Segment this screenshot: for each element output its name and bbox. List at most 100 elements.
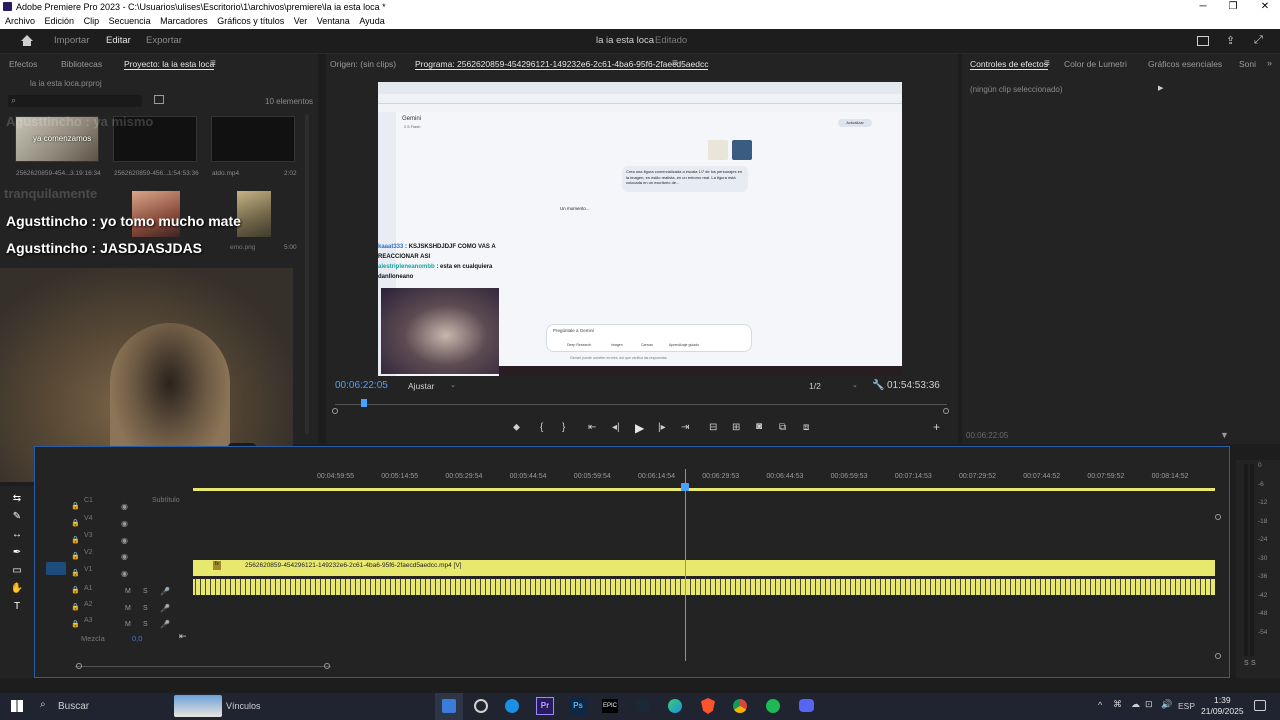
vscroll-handle[interactable] xyxy=(1215,514,1221,520)
wrench-icon[interactable]: 🔧 xyxy=(872,380,884,391)
step-forward-icon[interactable]: |▸ xyxy=(658,422,666,433)
menu-ver[interactable]: Ver xyxy=(294,16,308,26)
minimize-button[interactable]: ─ xyxy=(1188,0,1218,14)
restore-button[interactable]: ❐ xyxy=(1218,0,1248,14)
scrub-end-handle[interactable] xyxy=(943,408,949,414)
meter-solo-label[interactable]: S xyxy=(1244,660,1249,667)
discord-icon[interactable] xyxy=(799,699,814,712)
chevron-right-icon[interactable]: » xyxy=(1267,58,1272,68)
project-item-thumb[interactable] xyxy=(237,191,271,237)
play-triangle-icon[interactable]: ▶ xyxy=(1158,84,1163,92)
play-icon[interactable]: ▶ xyxy=(635,421,644,435)
edge-icon[interactable] xyxy=(668,699,682,713)
go-to-out-icon[interactable]: ⇥ xyxy=(681,422,689,433)
filter-icon[interactable]: ▼ xyxy=(1220,430,1229,440)
source-patch-v1[interactable] xyxy=(46,562,66,575)
close-button[interactable]: ✕ xyxy=(1250,0,1280,14)
program-timecode[interactable]: 00:06:22:05 xyxy=(335,380,388,391)
hand-tool-icon[interactable]: ✋ xyxy=(10,582,24,596)
monitor-scrub-track[interactable] xyxy=(335,404,947,405)
track-lock-icons[interactable]: 🔒 🔒 🔒 🔒 🔒 🔒 🔒 🔒 xyxy=(71,499,80,629)
search-icon[interactable]: ⌕ xyxy=(40,699,46,710)
premiere-icon[interactable]: Pr xyxy=(536,697,554,715)
tab-controles-efectos[interactable]: Controles de efectos xyxy=(970,59,1048,70)
go-to-in-icon[interactable]: ⇤ xyxy=(588,422,596,433)
selection-tool-icon[interactable]: ⇆ xyxy=(10,492,24,506)
tab-bibliotecas[interactable]: Bibliotecas xyxy=(61,59,102,69)
pen-tool-icon[interactable]: ✒ xyxy=(10,546,24,560)
menu-graficos[interactable]: Gráficos y títulos xyxy=(217,16,284,26)
monitor-playhead[interactable] xyxy=(361,399,367,407)
menu-ventana[interactable]: Ventana xyxy=(317,16,350,26)
project-scrollbar[interactable] xyxy=(305,114,309,434)
meter-solo-label[interactable]: S xyxy=(1251,660,1256,667)
epic-games-icon[interactable]: EPIC xyxy=(602,699,618,713)
onedrive-icon[interactable]: ☁ xyxy=(1131,699,1140,710)
menu-clip[interactable]: Clip xyxy=(84,16,100,26)
project-item-thumb[interactable] xyxy=(211,116,295,162)
add-button-icon[interactable]: + xyxy=(933,420,940,434)
taskbar-search[interactable]: Buscar xyxy=(58,701,89,712)
menu-edicion[interactable]: Edición xyxy=(45,16,75,26)
photoshop-icon[interactable]: Ps xyxy=(569,697,587,715)
work-area-bar[interactable] xyxy=(193,488,1215,491)
vscroll-handle[interactable] xyxy=(1215,653,1221,659)
windows-start-icon[interactable] xyxy=(11,700,23,712)
zoom-start-handle[interactable] xyxy=(76,663,82,669)
project-search-input[interactable]: ⌕ xyxy=(8,95,142,107)
chevron-up-icon[interactable]: ^ xyxy=(1098,700,1102,710)
video-clip[interactable]: fx 2562620859-454296121-149232e6-2c61-4b… xyxy=(193,560,1215,576)
razor-tool-icon[interactable]: ✎ xyxy=(10,510,24,524)
tab-efectos[interactable]: Efectos xyxy=(9,59,37,69)
fullscreen-icon[interactable]: ⤢ xyxy=(1254,34,1266,46)
playhead-handle[interactable] xyxy=(681,483,689,491)
step-back-icon[interactable]: ◂| xyxy=(612,422,620,433)
chrome-icon[interactable] xyxy=(733,699,747,713)
ripple-tool-icon[interactable]: ↔ xyxy=(10,528,24,542)
tab-lumetri[interactable]: Color de Lumetri xyxy=(1064,59,1127,69)
new-bin-icon[interactable] xyxy=(154,95,164,104)
controller-icon[interactable]: ⌘ xyxy=(1113,699,1122,710)
menu-archivo[interactable]: Archivo xyxy=(5,16,35,26)
tab-exportar[interactable]: Exportar xyxy=(146,35,182,46)
home-icon[interactable] xyxy=(20,34,34,47)
panel-menu-icon[interactable]: ≡ xyxy=(1044,58,1050,69)
timeline-playhead[interactable] xyxy=(685,469,686,661)
edge-dev-icon[interactable] xyxy=(505,699,519,713)
language-indicator[interactable]: ESP xyxy=(1178,701,1195,711)
lift-icon[interactable]: ⊟ xyxy=(709,422,717,433)
mix-value[interactable]: 0,0 xyxy=(132,634,142,643)
comparison-icon[interactable]: ⧉ xyxy=(779,422,786,433)
tab-editar[interactable]: Editar xyxy=(106,35,131,46)
camera-icon[interactable]: ◙ xyxy=(756,421,762,432)
tab-importar[interactable]: Importar xyxy=(54,35,89,46)
share-icon[interactable]: ⇪ xyxy=(1226,34,1238,47)
file-explorer-icon[interactable] xyxy=(442,699,456,713)
tab-graficos-esenciales[interactable]: Gráficos esenciales xyxy=(1148,59,1222,69)
clock-time[interactable]: 1:39 xyxy=(1214,695,1231,705)
menu-ayuda[interactable]: Ayuda xyxy=(359,16,384,26)
resolution-dropdown[interactable]: 1/2 xyxy=(809,381,821,391)
brave-icon[interactable] xyxy=(701,698,715,714)
network-icon[interactable]: ⊡ xyxy=(1145,699,1153,710)
notifications-icon[interactable] xyxy=(1254,700,1266,711)
add-marker-icon[interactable]: ⬥ xyxy=(513,422,520,433)
menu-marcadores[interactable]: Marcadores xyxy=(160,16,208,26)
rectangle-tool-icon[interactable]: ▭ xyxy=(10,564,24,578)
timeline-zoom-track[interactable] xyxy=(75,666,331,667)
mark-in-icon[interactable]: { xyxy=(540,422,543,433)
fit-dropdown[interactable]: Ajustar xyxy=(408,381,434,391)
text-tool-icon[interactable]: T xyxy=(10,600,24,614)
tab-program-monitor[interactable]: Programa: 2562620859-454296121-149232e6-… xyxy=(415,59,709,70)
mix-collapse-icon[interactable]: ⇤ xyxy=(179,631,187,642)
proxy-icon[interactable]: ⧈ xyxy=(803,422,809,433)
tab-proyecto[interactable]: Proyecto: la ia esta loca xyxy=(124,59,215,70)
taskbar-widget-label[interactable]: Vínculos xyxy=(226,701,261,711)
chevron-down-icon[interactable]: ⌄ xyxy=(852,381,858,389)
zoom-end-handle[interactable] xyxy=(324,663,330,669)
menu-secuencia[interactable]: Secuencia xyxy=(109,16,151,26)
extract-icon[interactable]: ⊞ xyxy=(732,422,740,433)
tab-source-monitor[interactable]: Origen: (sin clips) xyxy=(330,59,396,69)
track-mute-icons[interactable]: MMM xyxy=(125,584,131,634)
panel-menu-icon[interactable]: ≡ xyxy=(210,58,216,69)
